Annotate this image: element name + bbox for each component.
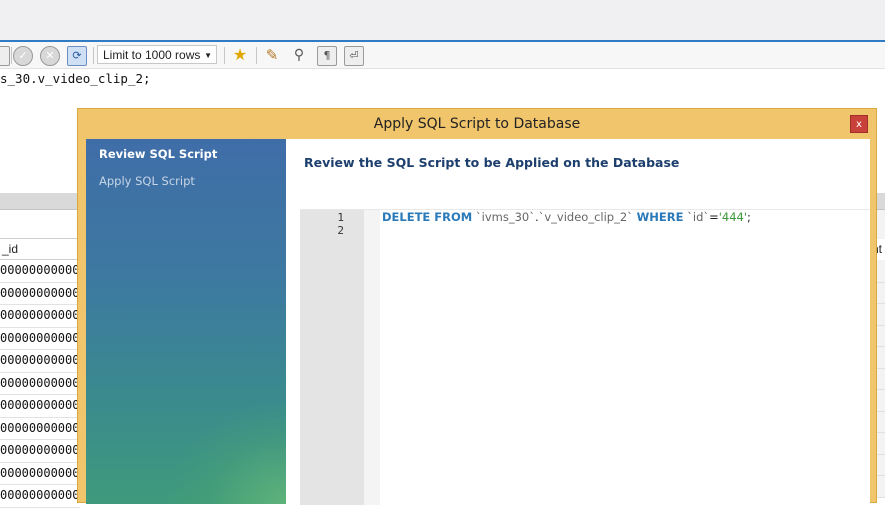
toolbar-separator: [93, 47, 94, 64]
sql-value: '444': [718, 210, 748, 224]
dialog-content: Review the SQL Script to be Applied on t…: [286, 139, 870, 505]
grid-column-header[interactable]: _id: [0, 239, 80, 260]
line-number: 2: [337, 224, 344, 237]
limit-rows-select[interactable]: Limit to 1000 rows ▼: [97, 45, 217, 64]
step-apply-sql-script: Apply SQL Script: [99, 174, 195, 188]
fold-margin: [364, 210, 380, 505]
close-button[interactable]: x: [850, 115, 868, 133]
dialog-title: Apply SQL Script to Database: [373, 116, 581, 132]
sql-keyword: WHERE: [636, 210, 684, 224]
toolbar-separator: [11, 47, 12, 64]
toolbar-partial-icon[interactable]: [0, 46, 10, 66]
dropdown-arrow-icon: ▼: [204, 51, 212, 60]
window-top-bar: [0, 0, 885, 42]
table-row[interactable]: 000000000000000: [0, 283, 80, 305]
toolbar-separator: [256, 47, 257, 64]
table-row[interactable]: 000000000000000: [0, 305, 80, 328]
toggle-icon[interactable]: ⟳: [67, 46, 87, 66]
sql-column: `id`: [687, 210, 710, 224]
table-row[interactable]: 000000000000000: [0, 350, 80, 373]
beautify-broom-icon[interactable]: ✎: [263, 46, 281, 64]
sql-keyword: DELETE FROM: [382, 210, 473, 224]
stop-icon[interactable]: ✕: [40, 46, 60, 66]
step-review-sql-script: Review SQL Script: [99, 147, 218, 161]
line-number-gutter: 1 2: [300, 210, 364, 505]
line-number: 1: [337, 211, 344, 224]
sql-operator: =: [709, 210, 719, 224]
limit-rows-value: Limit to 1000 rows: [103, 48, 201, 62]
find-magnifier-icon[interactable]: ⚲: [290, 46, 308, 64]
wrap-icon[interactable]: ⏎: [344, 46, 364, 66]
sql-schema: `ivms_30`: [475, 210, 535, 224]
table-row[interactable]: 000000000000000: [0, 260, 80, 283]
sql-table: `v_video_clip_2`: [538, 210, 633, 224]
table-row[interactable]: 000000000000000: [0, 485, 80, 508]
table-row[interactable]: 000000000000000: [0, 463, 80, 485]
table-row[interactable]: 000000000000000: [0, 418, 80, 440]
wizard-steps-sidebar: Review SQL Script Apply SQL Script: [86, 139, 286, 504]
bookmark-star-icon[interactable]: ★: [231, 46, 249, 64]
invisible-chars-icon[interactable]: ¶: [317, 46, 337, 66]
table-row[interactable]: 000000000000000: [0, 373, 80, 395]
query-text[interactable]: s_30.v_video_clip_2;: [0, 71, 151, 86]
execute-check-icon[interactable]: ✓: [13, 46, 33, 66]
sql-script-editor[interactable]: 1 2 DELETE FROM `ivms_30`.`v_video_clip_…: [300, 209, 870, 505]
apply-sql-dialog: Apply SQL Script to Database x Review SQ…: [77, 108, 877, 505]
grid-rows: 00000000000 00000000000 00000000000 0000000…: [0, 260, 80, 508]
table-row[interactable]: 000000000000000: [0, 395, 80, 418]
table-row[interactable]: 000000000000000: [0, 328, 80, 350]
review-heading: Review the SQL Script to be Applied on t…: [304, 155, 680, 170]
table-row[interactable]: 000000000000000: [0, 440, 80, 463]
sql-terminator: ;: [747, 210, 751, 224]
sidebar-decoration: [166, 399, 286, 504]
toolbar-separator: [224, 47, 225, 64]
sql-code-line[interactable]: DELETE FROM `ivms_30`.`v_video_clip_2` W…: [382, 210, 751, 224]
